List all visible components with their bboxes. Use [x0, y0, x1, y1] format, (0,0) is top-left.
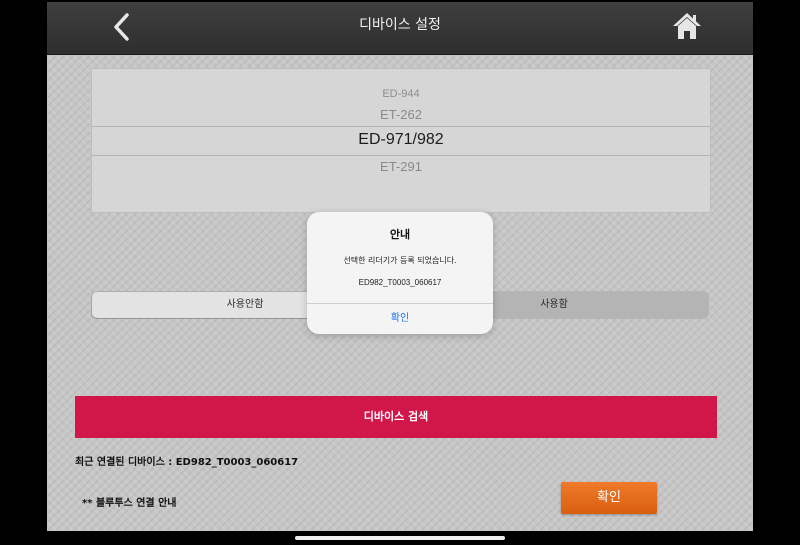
alert-dialog: 안내 선택한 리더기가 등록 되었습니다. ED982_T0003_060617… [307, 212, 493, 334]
dialog-message: 선택한 리더기가 등록 되었습니다. [343, 256, 457, 265]
home-indicator[interactable] [295, 536, 505, 540]
dialog-detail: ED982_T0003_060617 [358, 278, 442, 287]
dialog-title: 안내 [389, 228, 411, 241]
dialog-ok-button[interactable]: 확인 [307, 304, 493, 334]
dialog-overlay: 안내 선택한 리더기가 등록 되었습니다. ED982_T0003_060617… [0, 0, 800, 545]
